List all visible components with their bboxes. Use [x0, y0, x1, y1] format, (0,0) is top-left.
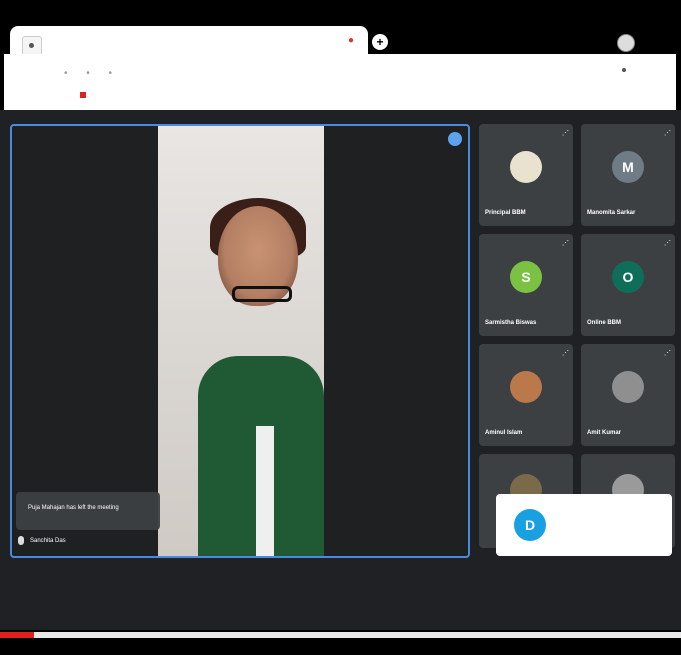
participant-name: Online BBM — [587, 320, 621, 326]
presenting-avatar: D — [514, 509, 546, 541]
participant-tile[interactable]: S ⋰ Sarmistha Biswas — [479, 234, 573, 336]
participant-tile[interactable]: ⋰ Amit Kumar — [581, 344, 675, 446]
video-glasses — [232, 286, 292, 302]
address-bar[interactable]: • • • — [4, 54, 676, 110]
avatar — [510, 151, 542, 183]
screen-frame: ● + • • • Puja Mahajan has left the meet… — [0, 0, 681, 655]
mic-off-icon: ⋰ — [562, 240, 569, 247]
participant-name: Manomita Sarkar — [587, 210, 636, 216]
mic-off-icon: ⋰ — [664, 350, 671, 357]
tab-close-icon[interactable]: ● — [348, 36, 358, 46]
avatar: M — [612, 151, 644, 183]
participant-tile[interactable]: ⋰ Aminul Islam — [479, 344, 573, 446]
browser-top-bar: ● + • • • — [4, 4, 676, 110]
avatar: O — [612, 261, 644, 293]
avatar — [612, 371, 644, 403]
mic-off-icon: ⋰ — [562, 350, 569, 357]
avatar: S — [510, 261, 542, 293]
participant-tile[interactable]: O ⋰ Online BBM — [581, 234, 675, 336]
participant-tile[interactable]: M ⋰ Manomita Sarkar — [581, 124, 675, 226]
toast-text: Puja Mahajan has left the meeting — [28, 505, 119, 511]
participant-name: Principal BBM — [485, 210, 526, 216]
mic-off-icon: ⋰ — [664, 240, 671, 247]
video-shirt — [256, 426, 274, 556]
presenting-card[interactable]: D — [496, 494, 672, 556]
record-indicator-icon — [80, 92, 86, 98]
menu-icon[interactable] — [622, 68, 626, 72]
participant-name: Amit Kumar — [587, 430, 622, 436]
main-speaker-tile[interactable]: Puja Mahajan has left the meeting Sanchi… — [10, 124, 470, 558]
address-bar-icons: • • • — [64, 68, 121, 79]
avatar — [510, 371, 542, 403]
speaker-video — [158, 126, 324, 556]
new-tab-icon[interactable]: + — [372, 34, 388, 50]
participant-tile[interactable]: ⋰ Principal BBM — [479, 124, 573, 226]
profile-icon[interactable] — [617, 34, 635, 52]
progress-fill — [0, 632, 35, 638]
participant-name: Sarmistha Biswas — [485, 320, 537, 326]
mic-off-icon: ⋰ — [562, 130, 569, 137]
meeting-stage: Puja Mahajan has left the meeting Sanchi… — [0, 110, 681, 630]
participant-name: Aminul Islam — [485, 430, 523, 436]
video-progress-bar[interactable] — [0, 632, 681, 638]
mic-icon — [18, 536, 24, 545]
pin-icon[interactable] — [448, 132, 462, 146]
notification-toast: Puja Mahajan has left the meeting — [16, 492, 160, 530]
tab-favicon-icon — [22, 36, 42, 56]
speaker-name: Sanchita Das — [30, 538, 66, 544]
mic-off-icon: ⋰ — [664, 130, 671, 137]
